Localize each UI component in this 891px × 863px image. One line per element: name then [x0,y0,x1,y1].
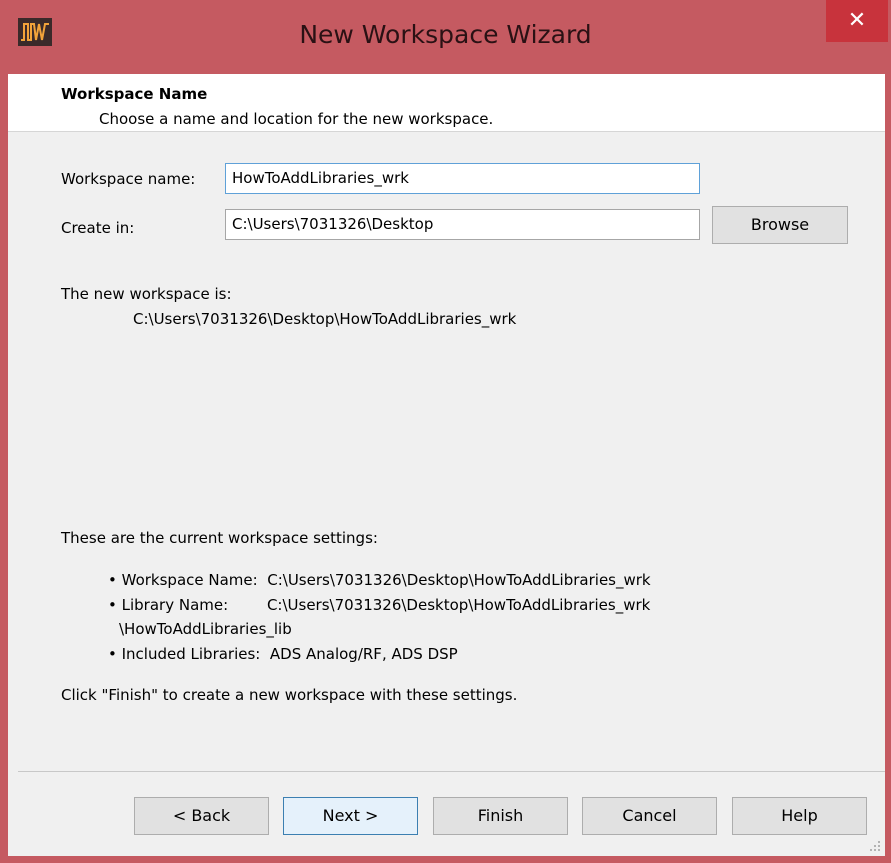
setting-value: C:\Users\7031326\Desktop\HowToAddLibrari… [266,596,651,614]
next-button[interactable]: Next > [283,797,418,835]
page-header: Workspace Name Choose a name and locatio… [8,74,885,132]
title-bar[interactable]: New Workspace Wizard ✕ [0,0,891,74]
setting-label: Workspace Name: [121,571,258,589]
finish-button[interactable]: Finish [433,797,568,835]
help-button[interactable]: Help [732,797,867,835]
workspace-name-input[interactable]: HowToAddLibraries_wrk [225,163,700,194]
back-button[interactable]: < Back [134,797,269,835]
workspace-name-label: Workspace name: [61,170,196,188]
create-in-input[interactable]: C:\Users\7031326\Desktop [225,209,700,240]
browse-button[interactable]: Browse [712,206,848,244]
button-separator [18,771,885,772]
new-workspace-heading: The new workspace is: [61,285,232,303]
setting-included-libraries: • Included Libraries: ADS Analog/RF, ADS… [108,645,458,663]
page-title: Workspace Name [61,85,208,103]
resize-grip-icon[interactable] [869,840,881,852]
new-workspace-path: C:\Users\7031326\Desktop\HowToAddLibrari… [133,310,517,328]
page-subtitle: Choose a name and location for the new w… [99,110,494,128]
setting-label: Library Name: [121,596,229,614]
window-title: New Workspace Wizard [299,20,592,49]
settings-heading: These are the current workspace settings… [61,529,378,547]
setting-library-name-cont: \HowToAddLibraries_lib [119,620,292,638]
setting-value: C:\Users\7031326\Desktop\HowToAddLibrari… [267,571,651,589]
create-in-label: Create in: [61,219,135,237]
wizard-body: Workspace Name Choose a name and locatio… [8,74,885,856]
cancel-button[interactable]: Cancel [582,797,717,835]
setting-label: Included Libraries: [121,645,261,663]
setting-library-name: • Library Name: C:\Users\7031326\Desktop… [108,596,651,614]
setting-workspace-name: • Workspace Name: C:\Users\7031326\Deskt… [108,571,651,589]
setting-value: ADS Analog/RF, ADS DSP [269,645,458,663]
close-button[interactable]: ✕ [826,0,888,42]
finish-note: Click "Finish" to create a new workspace… [61,686,518,704]
wizard-window: New Workspace Wizard ✕ Workspace Name Ch… [0,0,891,863]
